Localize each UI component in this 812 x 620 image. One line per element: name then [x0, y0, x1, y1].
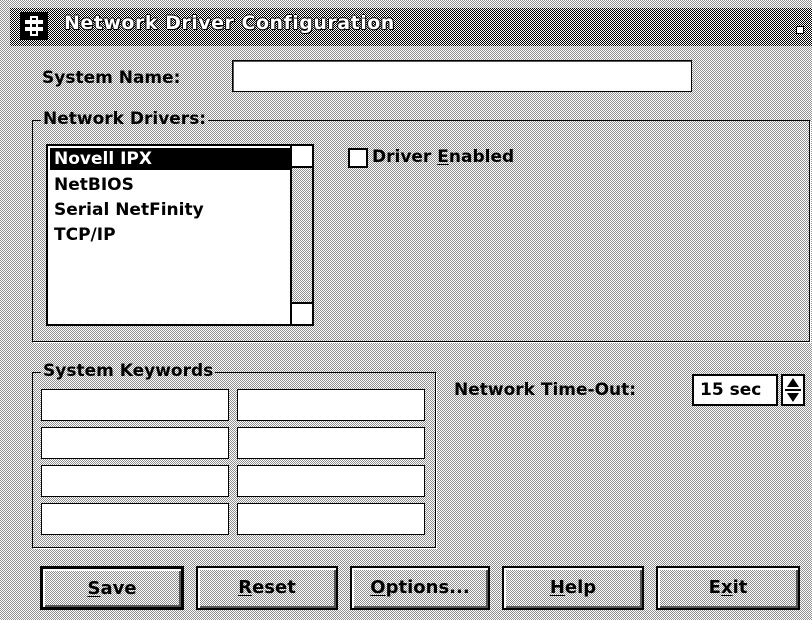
- list-item-serial-netfinity[interactable]: Serial NetFinity: [54, 199, 204, 221]
- list-item-novell-ipx[interactable]: Novell IPX: [50, 148, 290, 170]
- keyword-field-4[interactable]: [237, 427, 425, 459]
- exit-button[interactable]: Exit: [656, 566, 800, 610]
- keyword-field-3[interactable]: [41, 427, 229, 459]
- keyword-field-5[interactable]: [41, 465, 229, 497]
- network-timeout-spin-arrows-icon[interactable]: [781, 374, 805, 406]
- window-title: Network Driver Configuration: [64, 12, 395, 34]
- system-menu-icon[interactable]: [20, 12, 48, 40]
- keyword-field-1[interactable]: [41, 389, 229, 421]
- list-item-tcp-ip[interactable]: TCP/IP: [54, 224, 116, 246]
- options-button[interactable]: Options...: [350, 566, 490, 610]
- scroll-down-button[interactable]: [292, 302, 312, 324]
- network-timeout-spinbox[interactable]: 15 sec: [692, 374, 778, 406]
- scroll-up-button[interactable]: [292, 146, 312, 168]
- system-name-input[interactable]: [232, 60, 692, 92]
- minimize-icon[interactable]: [796, 26, 804, 34]
- keyword-field-6[interactable]: [237, 465, 425, 497]
- driver-enabled-label[interactable]: Driver Enabled: [372, 147, 514, 167]
- system-keywords-group: System Keywords: [32, 361, 436, 548]
- reset-button[interactable]: Reset: [196, 566, 338, 610]
- system-name-label: System Name:: [42, 68, 181, 88]
- driver-enabled-checkbox[interactable]: [348, 148, 368, 168]
- help-button[interactable]: Help: [502, 566, 644, 610]
- network-timeout-label: Network Time-Out:: [454, 380, 637, 400]
- keyword-field-2[interactable]: [237, 389, 425, 421]
- system-keywords-label: System Keywords: [41, 361, 216, 381]
- save-button[interactable]: Save: [40, 566, 184, 610]
- keyword-field-8[interactable]: [237, 503, 425, 535]
- network-drivers-listbox[interactable]: Novell IPX NetBIOS Serial NetFinity TCP/…: [46, 144, 314, 326]
- keyword-field-7[interactable]: [41, 503, 229, 535]
- list-item-netbios[interactable]: NetBIOS: [54, 174, 134, 196]
- network-drivers-label: Network Drivers:: [41, 109, 209, 129]
- listbox-scrollbar[interactable]: [290, 146, 312, 324]
